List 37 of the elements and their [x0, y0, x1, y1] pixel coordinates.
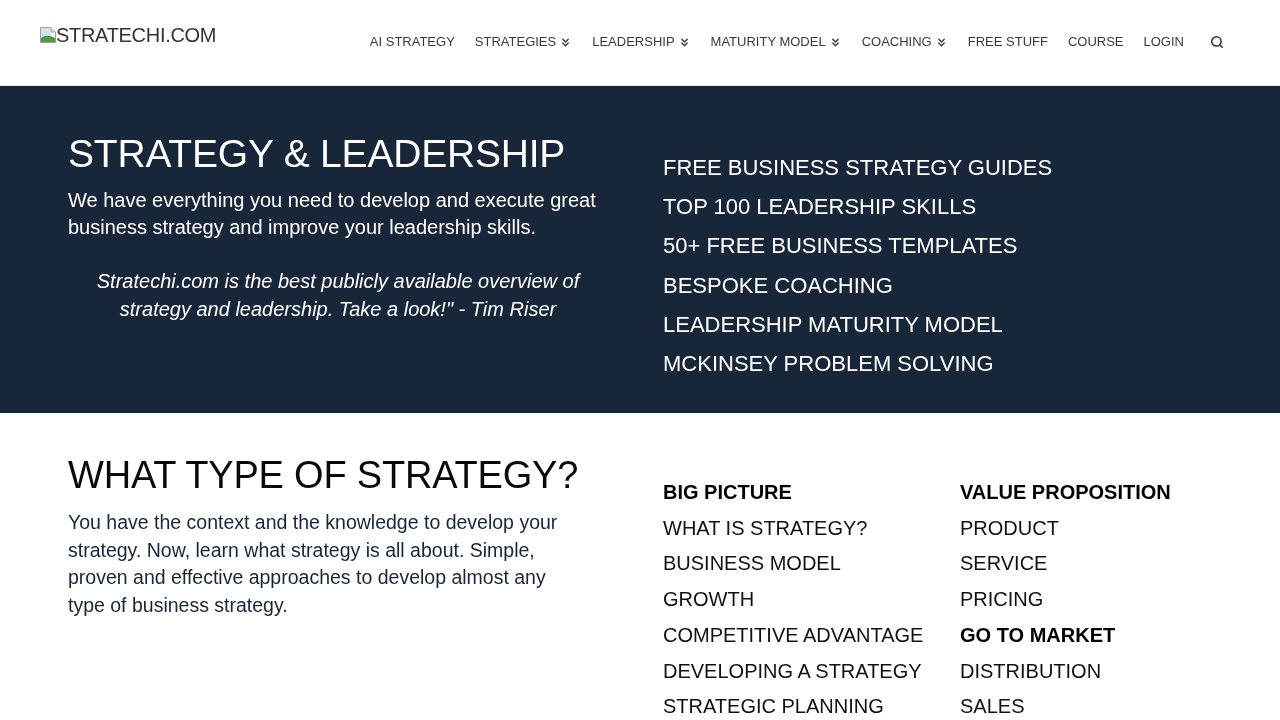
hero-link[interactable]: TOP 100 LEADERSHIP SKILLS [663, 187, 977, 227]
strategy-link[interactable]: BUSINESS MODEL [663, 546, 841, 583]
search-button[interactable] [1208, 33, 1226, 51]
hero-link[interactable]: FREE BUSINESS STRATEGY GUIDES [663, 148, 1053, 188]
strategy-link[interactable]: STRATEGIC PLANNING [663, 689, 884, 720]
hero-link[interactable]: 50+ FREE BUSINESS TEMPLATES [663, 226, 1018, 266]
category-heading: VALUE PROPOSITION [960, 480, 1171, 505]
strategy-link[interactable]: DISTRIBUTION [960, 653, 1102, 690]
nav-link[interactable]: MATURITY MODEL [710, 33, 842, 51]
strategy-link[interactable]: WHAT IS STRATEGY? [663, 510, 868, 547]
strategy-link[interactable]: PRODUCT [960, 510, 1059, 547]
strategy-link[interactable]: SERVICE [960, 546, 1048, 583]
strategy-link[interactable]: PRICING [960, 582, 1044, 618]
strategy-link[interactable]: COMPETITIVE ADVANTAGE [663, 617, 924, 654]
section-description: You have the context and the knowledge to develop your strategy. Now, learn what strategy is all about. Simple, proven and effective approaches to develop almost any type of business strategy. [68, 510, 559, 619]
hero-link[interactable]: BESPOKE COACHING [663, 265, 893, 305]
broken-image-icon [40, 27, 56, 43]
category-heading: GO TO MARKET [960, 622, 1116, 648]
search-icon [1210, 35, 1224, 49]
category-heading: BIG PICTURE [663, 480, 792, 505]
nav-link[interactable]: COACHING [861, 33, 948, 51]
strategy-link[interactable]: SALES [960, 689, 1025, 720]
nav-link[interactable]: AI STRATEGY [369, 33, 455, 51]
hero-title: STRATEGY & LEADERSHIP [68, 131, 567, 177]
strategy-link[interactable]: DEVELOPING A STRATEGY [663, 653, 922, 690]
section-title: WHAT TYPE OF STRATEGY? [68, 453, 580, 498]
logo-link[interactable]: STRATECHI.COM [40, 24, 217, 46]
hero-link[interactable]: MCKINSEY PROBLEM SOLVING [663, 344, 994, 384]
hero-intro: We have everything you need to develop and execute great business strategy and improve your leadership skills. [68, 188, 597, 240]
nav-link[interactable]: LEADERSHIP [592, 33, 691, 51]
testimonial-quote: Stratechi.com is the best publicly available overview of strategy and leadership. Take a look!" - Tim Riser [95, 269, 582, 322]
hero-link[interactable]: LEADERSHIP MATURITY MODEL [663, 304, 1003, 344]
strategy-link[interactable]: GROWTH [663, 582, 755, 618]
nav-link[interactable]: LOGIN [1143, 33, 1184, 51]
nav-link[interactable]: STRATEGIES [474, 33, 573, 51]
nav-link[interactable]: COURSE [1067, 33, 1124, 51]
nav-link[interactable]: FREE STUFF [967, 33, 1048, 51]
